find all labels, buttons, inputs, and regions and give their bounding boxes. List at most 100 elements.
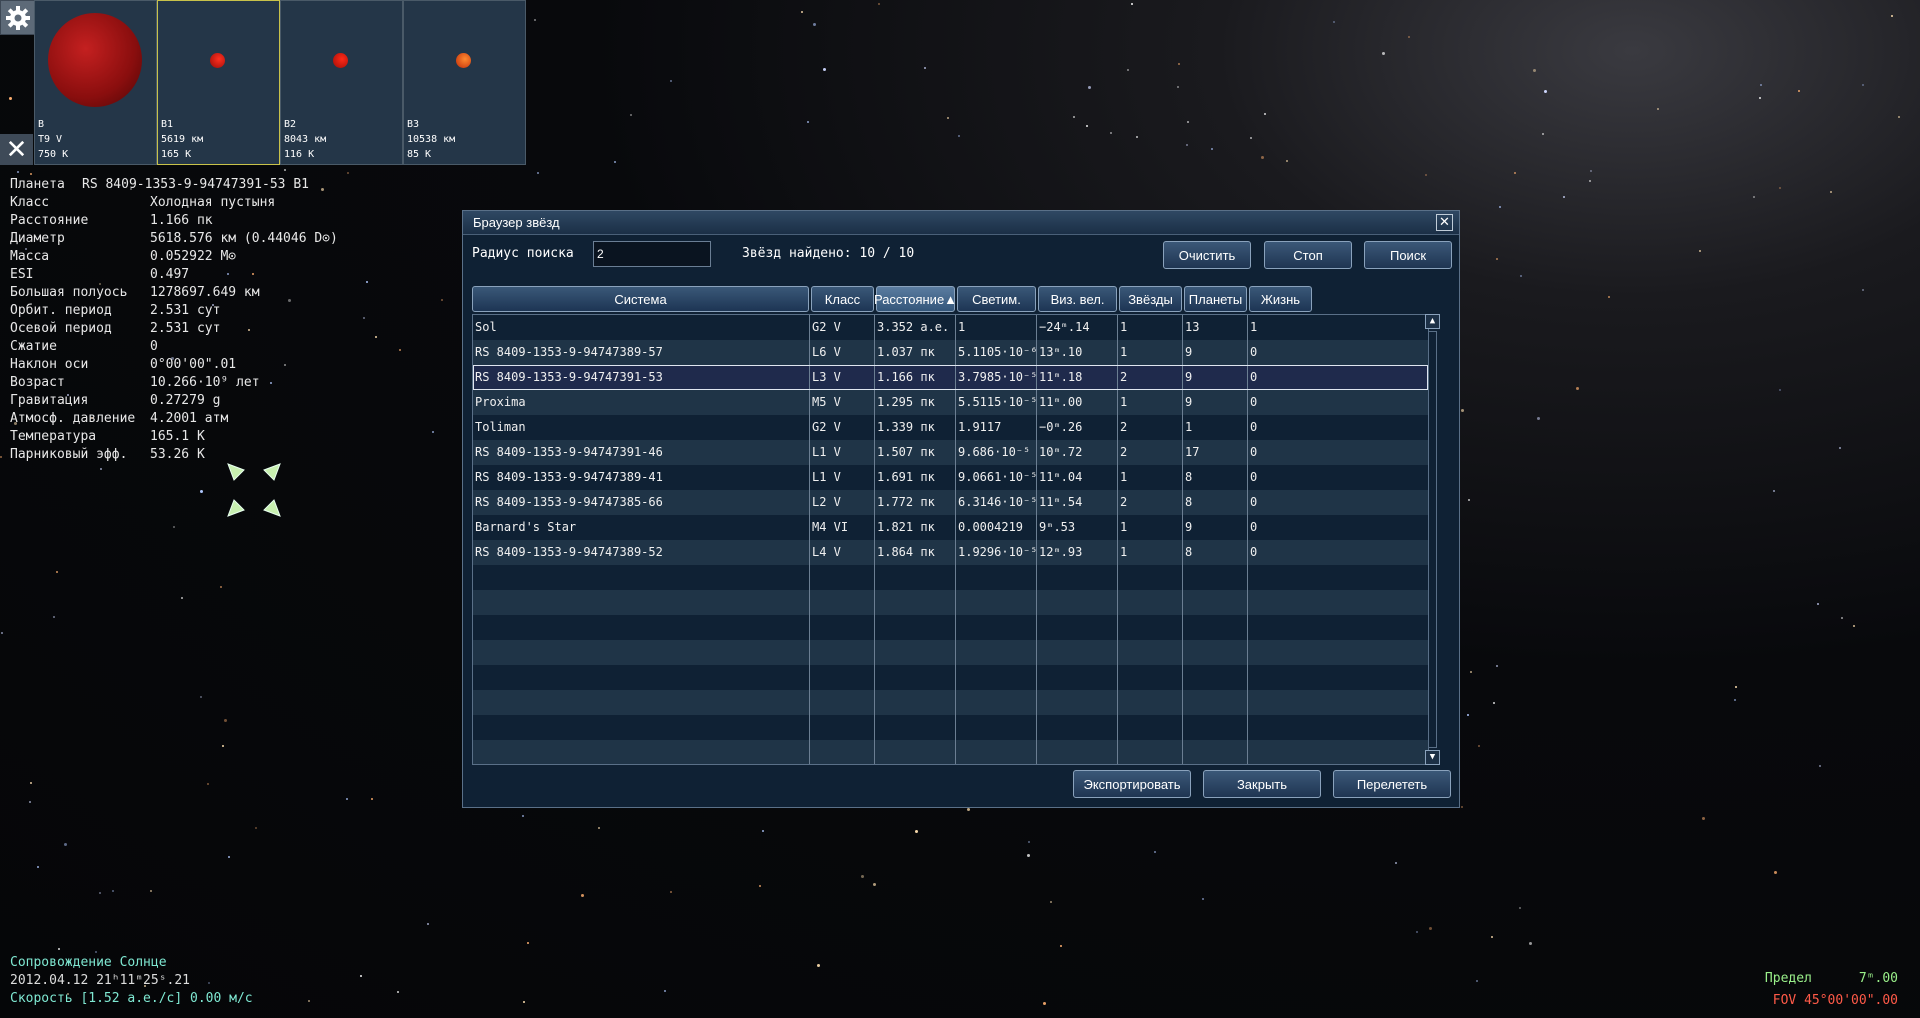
close-icon[interactable]: ✕	[1436, 214, 1453, 231]
table-row[interactable]: Barnard's Star M4 VI 1.821 пк 0.0004219 9ᵐ.5…	[473, 515, 1428, 540]
close-button[interactable]: Закрыть	[1203, 770, 1321, 798]
star	[1027, 854, 1030, 857]
column-header[interactable]: Светим.	[957, 286, 1036, 312]
table-cell: L1 V	[810, 465, 875, 490]
clear-button[interactable]: Очистить	[1163, 241, 1251, 269]
star	[1461, 806, 1463, 808]
table-row[interactable]: Sol G2 V 3.352 а.е. 1 −24ᵐ.14 1 13 1	[473, 315, 1428, 340]
star	[17, 171, 19, 173]
table-row[interactable]: RS 8409-1353-9-94747391-53 L3 V 1.166 пк 3.…	[473, 365, 1428, 390]
column-header[interactable]: Звёзды	[1119, 286, 1182, 312]
star	[670, 891, 672, 893]
star	[441, 299, 443, 301]
table-row[interactable]: RS 8409-1353-9-94747389-41 L1 V 1.691 пк 9.…	[473, 465, 1428, 490]
table-cell: 13	[1183, 315, 1248, 340]
table-cell	[875, 740, 956, 764]
star	[207, 783, 209, 785]
table-cell	[1248, 715, 1313, 740]
table-row[interactable]: RS 8409-1353-9-94747391-46 L1 V 1.507 пк 9.…	[473, 440, 1428, 465]
star	[1862, 289, 1864, 291]
star	[1589, 180, 1591, 182]
table-cell: 11ᵐ.04	[1037, 465, 1118, 490]
thumbnail-b1[interactable]: B1 5619 км 165 K	[157, 0, 280, 165]
scroll-up-icon[interactable]: ▲	[1425, 314, 1440, 329]
table-cell: G2 V	[810, 315, 875, 340]
thumbnail-b3[interactable]: B3 10538 км 85 K	[403, 0, 526, 165]
column-header[interactable]: Виз. вел.	[1038, 286, 1117, 312]
star	[363, 317, 365, 319]
scroll-track[interactable]	[1428, 331, 1437, 748]
table-cell: Toliman	[473, 415, 810, 440]
thumbnail-b[interactable]: B T9 V 750 K	[34, 0, 157, 165]
star	[284, 169, 286, 171]
star	[915, 830, 918, 833]
column-header[interactable]: Класс	[811, 286, 874, 312]
table-cell	[875, 715, 956, 740]
table-cell: −24ᵐ.14	[1037, 315, 1118, 340]
table-cell	[875, 615, 956, 640]
star	[30, 173, 32, 175]
star	[308, 1000, 310, 1002]
star	[37, 866, 39, 868]
info-key: Гравитация	[10, 393, 89, 408]
table-cell: 0	[1250, 370, 1258, 384]
thumbnail-type: 8043 км	[284, 134, 327, 145]
column-header[interactable]: Система	[472, 286, 809, 312]
star	[360, 975, 362, 977]
planet-info-row: Наклон оси 0°00'00".01	[10, 356, 338, 374]
table-cell	[1037, 690, 1118, 715]
star	[1086, 125, 1088, 127]
table-cell: L2 V	[810, 490, 875, 515]
planet-label: Планета	[10, 177, 65, 192]
scroll-down-icon[interactable]: ▼	[1425, 750, 1440, 765]
column-header[interactable]: Планеты	[1184, 286, 1247, 312]
table-row[interactable]: RS 8409-1353-9-94747389-52 L4 V 1.864 пк 1.…	[473, 540, 1428, 565]
planet-info-row: Гравитация 0.27279 g	[10, 392, 338, 410]
info-key: Орбит. период	[10, 303, 112, 318]
star	[967, 808, 970, 811]
table-cell	[956, 690, 1037, 715]
info-key: Атмосф. давление	[10, 411, 136, 426]
star	[1408, 36, 1410, 38]
table-row[interactable]: Proxima M5 V 1.295 пк 5.5115·10⁻⁵ 11ᵐ.00 1 9 0	[473, 390, 1428, 415]
table-row[interactable]: Toliman G2 V 1.339 пк 1.9117 −0ᵐ.26 2 1 0	[473, 415, 1428, 440]
star	[1491, 936, 1493, 938]
gear-icon[interactable]	[0, 0, 35, 35]
goto-button[interactable]: Перелететь	[1333, 770, 1451, 798]
star	[1110, 132, 1112, 134]
close-icon[interactable]: ✕	[0, 134, 33, 165]
table-cell: 2	[1118, 440, 1183, 465]
search-radius-input[interactable]	[593, 241, 711, 267]
table-row[interactable]: RS 8409-1353-9-94747389-57 L6 V 1.037 пк 5.…	[473, 340, 1428, 365]
speed-status: Скорость [1.52 а.е./с] 0.00 м/с	[10, 991, 253, 1006]
stop-button[interactable]: Стоп	[1264, 241, 1352, 269]
star	[222, 745, 224, 747]
star	[1519, 907, 1521, 909]
stars-found-label: Звёзд найдено: 10 / 10	[742, 246, 915, 261]
star	[1202, 898, 1204, 900]
table-cell: 1	[1118, 540, 1183, 565]
table-cell	[956, 740, 1037, 764]
table-cell	[473, 615, 810, 640]
star	[366, 281, 368, 283]
table-cell	[1248, 690, 1313, 715]
thumbnail-b2[interactable]: B2 8043 км 116 K	[280, 0, 403, 165]
thumbnail-type: 5619 км	[161, 134, 204, 145]
table-cell: G2 V	[810, 415, 875, 440]
search-button[interactable]: Поиск	[1364, 241, 1452, 269]
table-header: Система Класс Расстояние▲ Светим. Виз. вел. З…	[472, 286, 1429, 312]
planet-info-row: Возраст 10.266·10⁹ лет	[10, 374, 338, 392]
table-cell	[473, 565, 810, 590]
column-header[interactable]: Жизнь	[1249, 286, 1312, 312]
star	[1699, 250, 1701, 252]
star	[1496, 665, 1498, 667]
export-button[interactable]: Экспортировать	[1073, 770, 1191, 798]
info-key: Диаметр	[10, 231, 65, 246]
column-header[interactable]: Расстояние▲	[874, 286, 957, 312]
star	[670, 80, 672, 82]
table-row[interactable]: RS 8409-1353-9-94747385-66 L2 V 1.772 пк 6.…	[473, 490, 1428, 515]
table-scrollbar[interactable]: ▲ ▼	[1425, 314, 1440, 765]
table-cell: 0	[1250, 495, 1258, 509]
table-cell	[1037, 665, 1118, 690]
table-cell: 0	[1250, 445, 1258, 459]
